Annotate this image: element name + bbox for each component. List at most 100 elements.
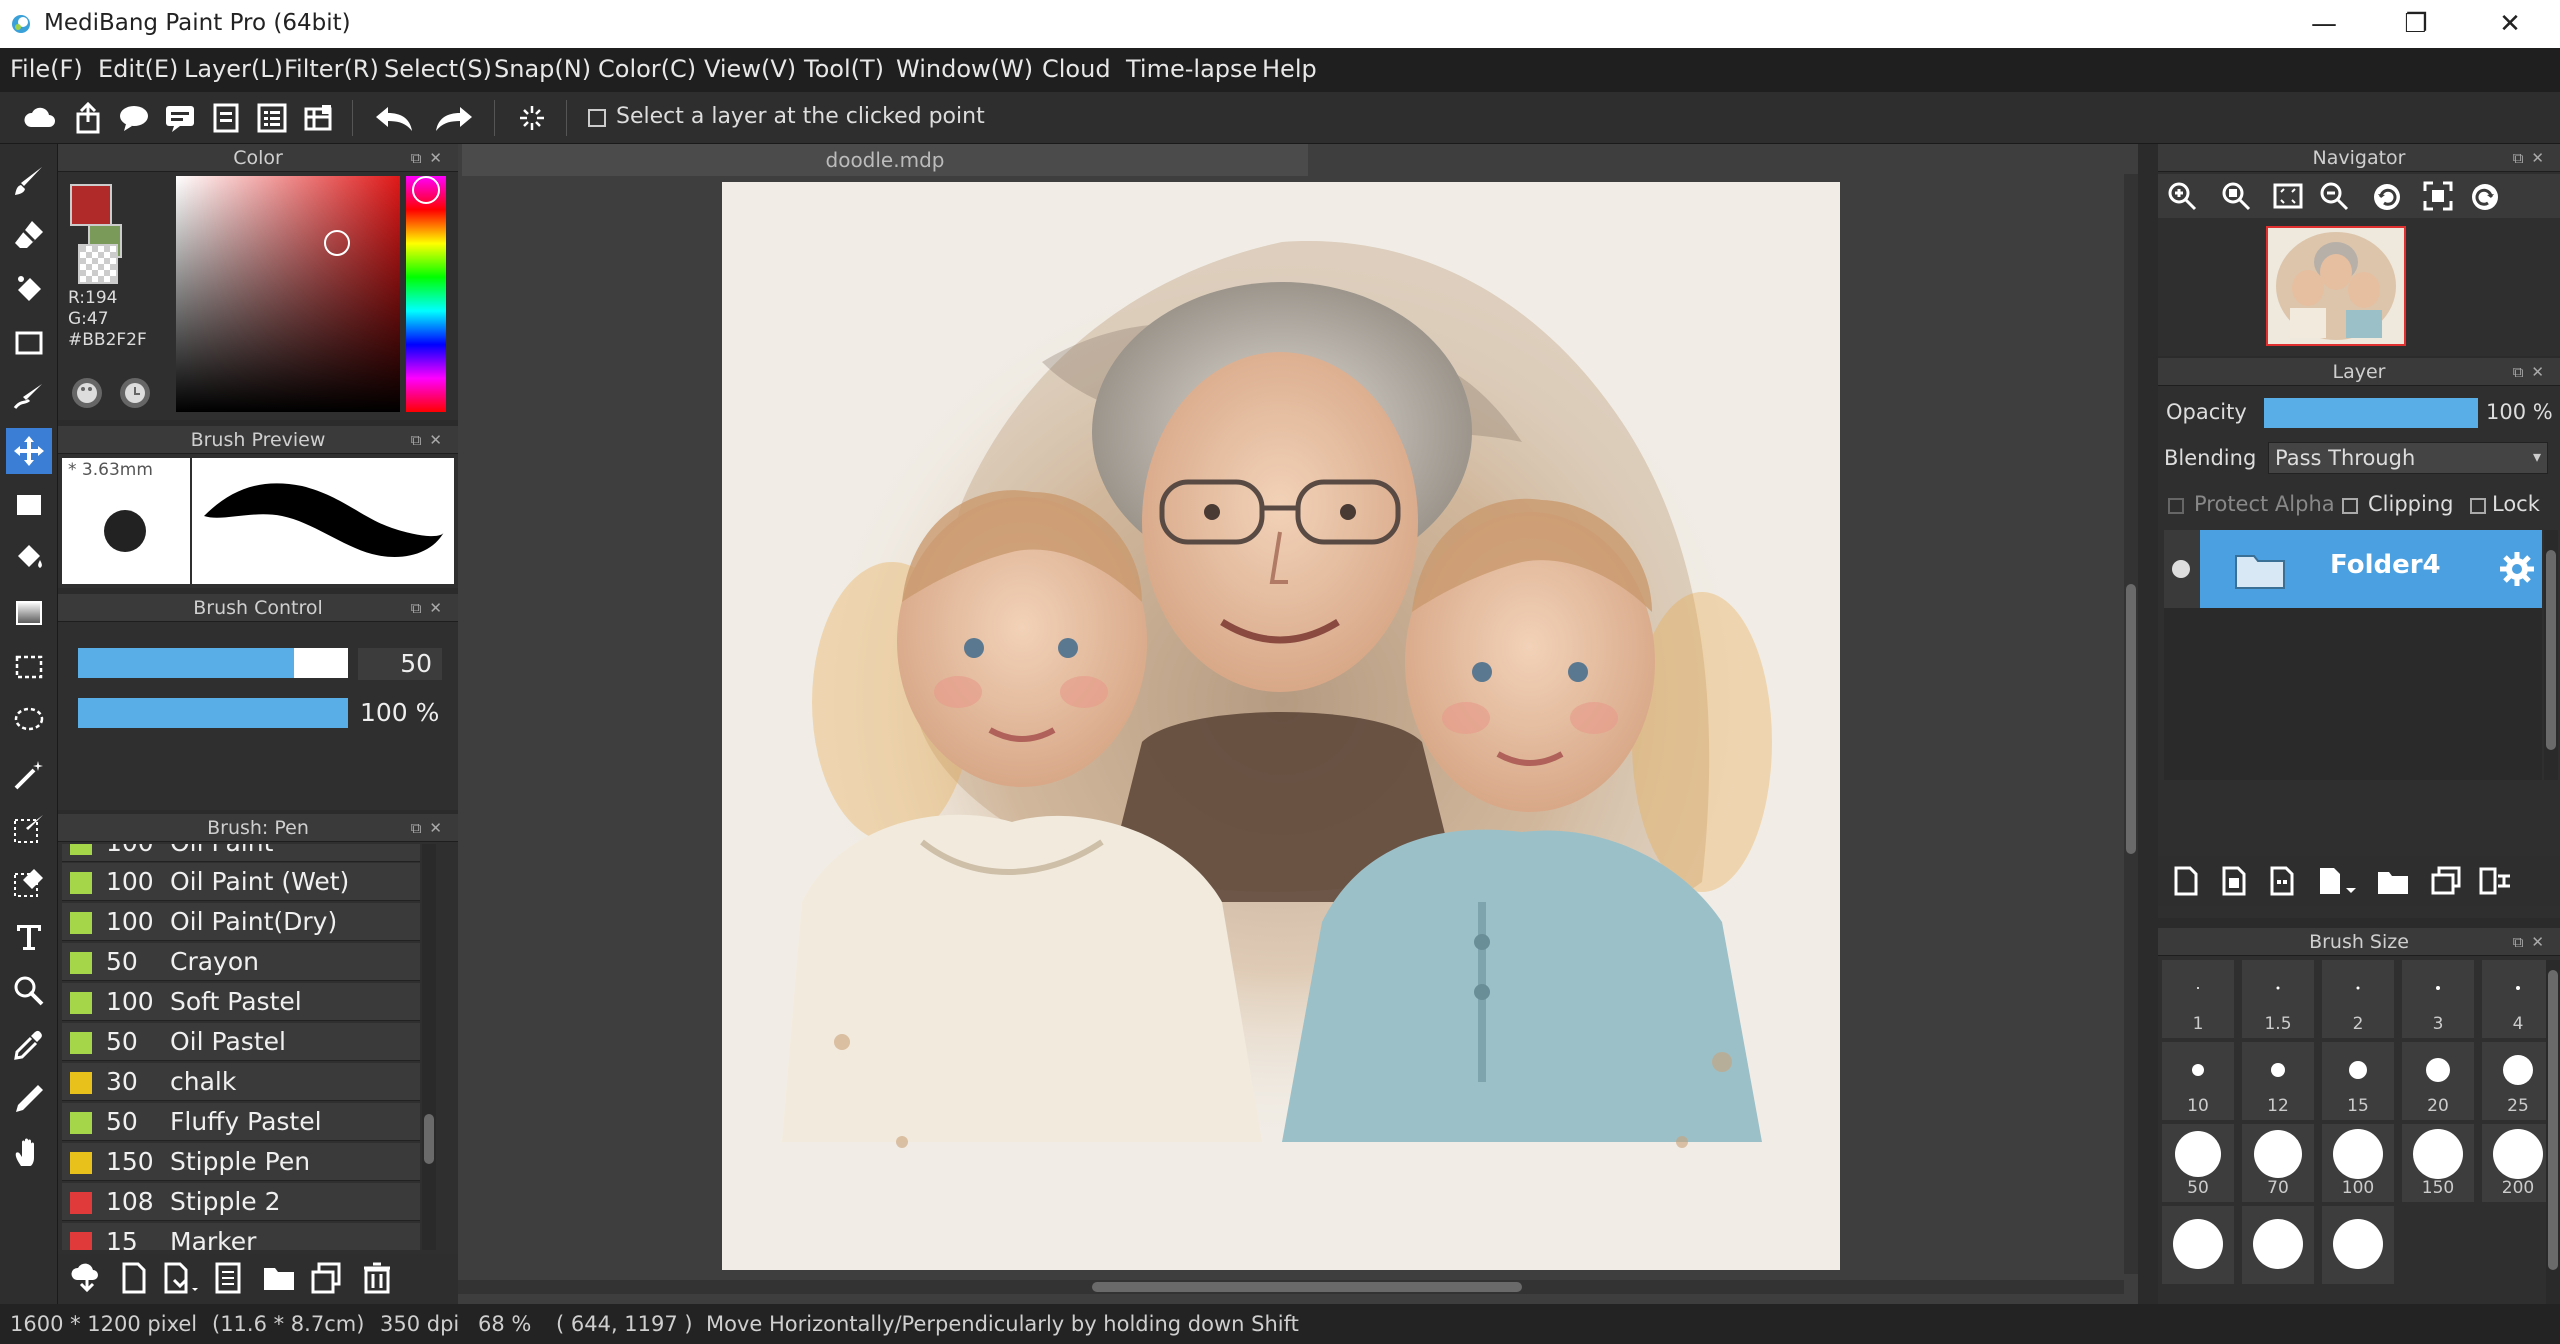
panel-controls-icon[interactable]: ⧉✕ (2513, 928, 2552, 956)
duplicate-brush-button[interactable] (310, 1262, 342, 1298)
color-picker-cursor[interactable] (324, 230, 350, 256)
add-brush-menu-button[interactable] (162, 1262, 200, 1298)
share-button[interactable] (68, 98, 108, 138)
document-info-button[interactable] (206, 98, 246, 138)
navigator-thumbnail[interactable] (2266, 226, 2406, 346)
add-layer-menu-button[interactable] (2316, 866, 2360, 900)
brush-size-scroll-thumb[interactable] (2548, 970, 2558, 1270)
zoom-out-button[interactable] (2318, 180, 2350, 216)
tool-select[interactable] (6, 644, 52, 690)
menu-color[interactable]: Color(C) (598, 55, 696, 83)
menu-layer[interactable]: Layer(L) (184, 55, 283, 83)
brush-size-option[interactable]: 20 (2402, 1042, 2474, 1120)
menu-edit[interactable]: Edit(E) (98, 55, 178, 83)
layer-visibility-icon[interactable] (2172, 560, 2190, 578)
tool-bucket[interactable] (6, 536, 52, 582)
brush-size-scrollbar[interactable] (2546, 960, 2560, 1304)
tool-lasso[interactable] (6, 698, 52, 744)
canvas-area[interactable]: doodle.mdp (458, 144, 2138, 1304)
layer-opacity-slider[interactable] (2264, 398, 2478, 428)
brush-settings-button[interactable] (214, 1262, 242, 1298)
menu-tool[interactable]: Tool(T) (804, 55, 884, 83)
tool-brush[interactable] (6, 158, 52, 204)
zoom-fit-button[interactable] (2220, 180, 2252, 216)
brush-size-value[interactable]: 50 (358, 648, 442, 680)
tool-select-pen[interactable] (6, 806, 52, 852)
menu-help[interactable]: Help (1262, 55, 1317, 83)
canvas-horizontal-scrollbar[interactable] (458, 1280, 2124, 1294)
brush-folder-button[interactable] (262, 1262, 296, 1296)
redo-button[interactable] (434, 98, 474, 138)
panel-controls-icon[interactable]: ⧉✕ (411, 594, 450, 622)
menu-timelapse[interactable]: Time-lapse (1126, 55, 1257, 83)
brush-size-option[interactable]: 25 (2482, 1042, 2554, 1120)
menu-file[interactable]: File(F) (10, 55, 83, 83)
list-item[interactable]: 100 Oil Paint (Wet) (62, 863, 420, 901)
undo-button[interactable] (374, 98, 414, 138)
tool-eyedropper[interactable] (6, 1022, 52, 1068)
layer-row[interactable]: Folder4 (2164, 530, 2542, 608)
brush-size-option[interactable] (2322, 1206, 2394, 1284)
delete-brush-button[interactable] (362, 1262, 392, 1298)
rotate-left-button[interactable] (2370, 180, 2404, 218)
list-item[interactable]: 50 Fluffy Pastel (62, 1103, 420, 1141)
brush-size-option[interactable]: 70 (2242, 1124, 2314, 1202)
list-item[interactable]: 50 Oil Pastel (62, 1023, 420, 1061)
brush-size-option[interactable]: 1 (2162, 960, 2234, 1038)
brush-size-option[interactable]: 50 (2162, 1124, 2234, 1202)
canvas-vertical-scroll-thumb[interactable] (2126, 584, 2136, 854)
add-brush-cloud-button[interactable] (70, 1262, 104, 1298)
tool-smudge[interactable] (6, 374, 52, 420)
tool-pen[interactable] (6, 1076, 52, 1122)
blending-mode-dropdown[interactable]: Pass Through ▾ (2268, 442, 2548, 474)
new-brush-button[interactable] (120, 1262, 148, 1298)
document-tab[interactable]: doodle.mdp (462, 144, 1308, 176)
menu-window[interactable]: Window(W) (896, 55, 1033, 83)
canvas-horizontal-scroll-thumb[interactable] (1092, 1282, 1522, 1292)
list-item[interactable]: 100 Oil Paint (62, 844, 420, 862)
brush-size-option[interactable]: 4 (2482, 960, 2554, 1038)
brush-size-option[interactable]: 12 (2242, 1042, 2314, 1120)
cloud-button[interactable] (20, 98, 60, 138)
clipping-checkbox[interactable] (2342, 498, 2358, 514)
color-history-button[interactable] (120, 378, 150, 408)
fullscreen-button[interactable] (2422, 180, 2454, 216)
primary-color-swatch[interactable] (70, 184, 112, 226)
layer-folder4[interactable]: Folder4 (2200, 530, 2542, 608)
message-button[interactable] (160, 98, 200, 138)
brush-size-option[interactable]: 15 (2322, 1042, 2394, 1120)
duplicate-layer-button[interactable] (2430, 866, 2462, 900)
list-button[interactable] (252, 98, 292, 138)
hue-slider-handle[interactable] (412, 176, 440, 204)
brush-size-option[interactable]: 10 (2162, 1042, 2234, 1120)
list-item[interactable]: 30 chalk (62, 1063, 420, 1101)
panel-controls-icon[interactable]: ⧉✕ (411, 814, 450, 842)
panel-controls-icon[interactable]: ⧉✕ (2513, 144, 2552, 172)
brush-list-scroll-thumb[interactable] (424, 1114, 434, 1164)
menu-filter[interactable]: Filter(R) (284, 55, 379, 83)
list-item[interactable]: 100 Oil Paint(Dry) (62, 903, 420, 941)
tool-text[interactable] (6, 914, 52, 960)
canvas-vertical-scrollbar[interactable] (2124, 174, 2138, 1274)
tool-select-eraser[interactable] (6, 860, 52, 906)
tool-operation[interactable] (6, 968, 52, 1014)
brush-size-option[interactable]: 150 (2402, 1124, 2474, 1202)
list-item[interactable]: 15 Marker (62, 1223, 420, 1250)
tool-eraser[interactable] (6, 212, 52, 258)
transparent-color-swatch[interactable] (78, 244, 118, 284)
new-layer-button[interactable] (2172, 866, 2200, 900)
brush-list-scrollbar[interactable] (422, 844, 436, 1250)
layer-list-scrollbar[interactable] (2544, 530, 2558, 780)
brush-size-option[interactable]: 2 (2322, 960, 2394, 1038)
tool-rectangle[interactable] (6, 320, 52, 366)
tool-gradient[interactable] (6, 590, 52, 636)
panel-controls-icon[interactable]: ⧉✕ (411, 144, 450, 172)
menu-cloud[interactable]: Cloud (1042, 55, 1111, 83)
tool-move[interactable] (6, 428, 52, 474)
brush-size-option[interactable] (2162, 1206, 2234, 1284)
merge-layer-button[interactable] (2478, 866, 2512, 900)
hue-slider[interactable] (406, 176, 446, 412)
maximize-button[interactable]: ❐ (2376, 4, 2456, 44)
new-halftone-layer-button[interactable] (2220, 866, 2248, 900)
layer-list-scroll-thumb[interactable] (2546, 550, 2556, 750)
